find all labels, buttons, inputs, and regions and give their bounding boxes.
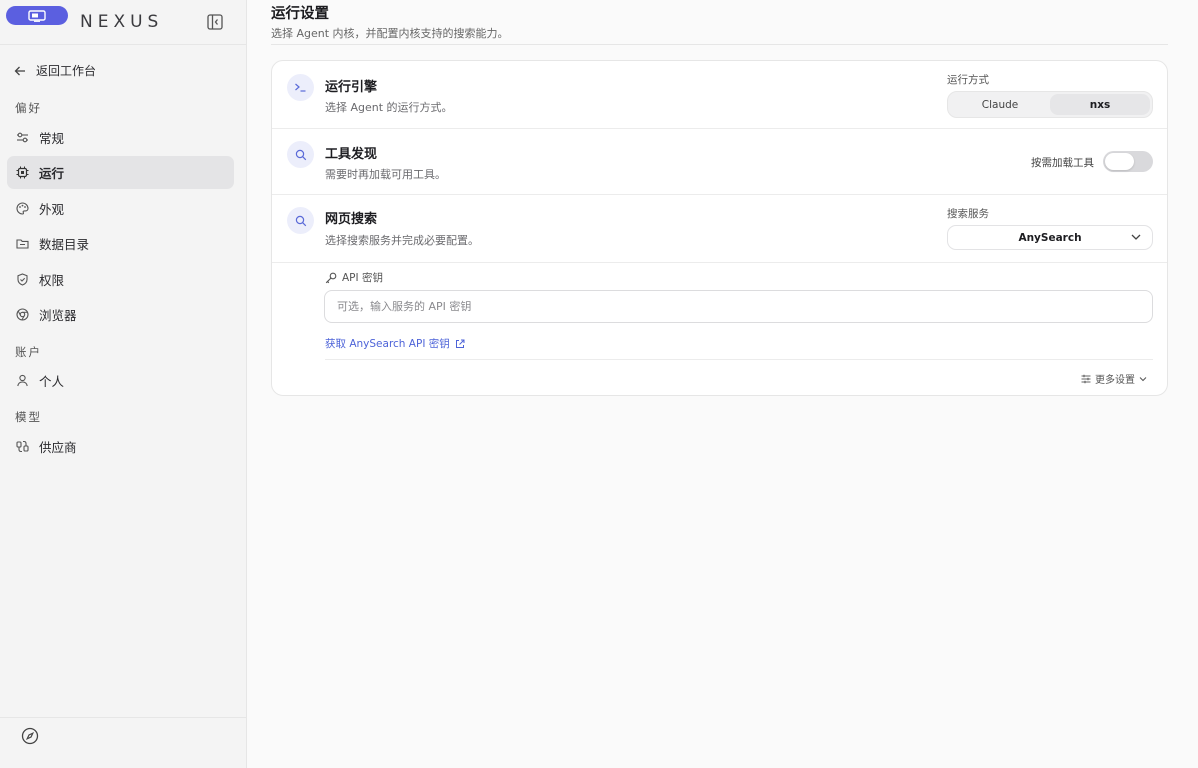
- web-search-row: 网页搜索 选择搜索服务并完成必要配置。 搜索服务 AnySearch: [272, 195, 1167, 263]
- lazy-load-tools-toggle[interactable]: [1103, 151, 1153, 172]
- sidebar-item-label: 供应商: [39, 440, 77, 455]
- sidebar-item-browser[interactable]: 浏览器: [7, 298, 234, 331]
- back-to-workspace-link[interactable]: 返回工作台: [14, 62, 96, 79]
- sliders-icon: [17, 132, 28, 143]
- sidebar-item-label: 运行: [39, 166, 65, 181]
- get-api-key-link-text: 获取 AnySearch API 密钥: [325, 338, 450, 350]
- back-label: 返回工作台: [36, 64, 97, 78]
- sidebar-item-permissions[interactable]: 权限: [7, 263, 234, 296]
- plug-icon: [16, 440, 29, 453]
- cpu-icon: [16, 166, 29, 179]
- toggle-knob: [1105, 153, 1134, 170]
- sidebar-item-appearance[interactable]: 外观: [7, 192, 234, 225]
- run-mode-segmented: Claude nxs: [947, 91, 1153, 118]
- sidebar-item-label: 浏览器: [39, 308, 77, 323]
- brand-row: NEXUS: [0, 0, 246, 45]
- palette-icon: [16, 202, 29, 215]
- chevron-down-icon: [1131, 234, 1141, 240]
- shield-icon: [17, 273, 28, 286]
- page-header: 运行设置 选择 Agent 内核，并配置内核支持的搜索能力。: [271, 5, 1168, 45]
- sidebar-item-personal[interactable]: 个人: [7, 364, 234, 397]
- section-preferences: 偏好: [15, 101, 42, 115]
- divider: [325, 359, 1153, 360]
- search-icon: [287, 141, 314, 168]
- main-content: 运行设置 选择 Agent 内核，并配置内核支持的搜索能力。 运行引擎 选择 A…: [247, 0, 1198, 768]
- get-api-key-link[interactable]: 获取 AnySearch API 密钥: [325, 336, 465, 351]
- sidebar-item-providers[interactable]: 供应商: [7, 430, 234, 463]
- page-title: 运行设置: [271, 6, 329, 22]
- run-mode-option-claude[interactable]: Claude: [950, 94, 1050, 115]
- web-search-desc: 选择搜索服务并完成必要配置。: [325, 234, 479, 247]
- chrome-icon: [16, 308, 29, 321]
- tools-row: 工具发现 需要时再加载可用工具。 按需加载工具: [272, 129, 1167, 195]
- search-service-label: 搜索服务: [947, 208, 989, 220]
- api-key-label-text: API 密钥: [342, 272, 383, 284]
- sidebar-item-label: 数据目录: [39, 237, 90, 252]
- arrow-left-icon: [14, 66, 25, 75]
- sidebar-item-label: 权限: [39, 273, 65, 288]
- chevron-down-icon: [1139, 376, 1147, 381]
- sidebar-item-general[interactable]: 常规: [7, 121, 234, 154]
- sidebar-item-label: 个人: [39, 374, 65, 389]
- sidebar-item-label: 外观: [39, 202, 65, 217]
- more-settings-button[interactable]: 更多设置: [1081, 371, 1147, 386]
- search-service-select[interactable]: AnySearch: [947, 225, 1153, 250]
- terminal-icon: [287, 74, 314, 101]
- user-icon: [17, 374, 28, 387]
- run-mode-label: 运行方式: [947, 74, 989, 86]
- folder-icon: [16, 239, 29, 249]
- monitor-icon: [28, 9, 46, 22]
- engine-row: 运行引擎 选择 Agent 的运行方式。 运行方式 Claude nxs: [272, 61, 1167, 129]
- app-window: NEXUS 返回工作台 偏好 常规 运行 外观 数据目录 权限 浏览器 账户 个…: [0, 0, 1198, 768]
- key-icon: [325, 272, 337, 283]
- lazy-load-tools-label: 按需加载工具: [1031, 157, 1094, 169]
- sidebar-footer: [0, 717, 246, 768]
- settings-card: 运行引擎 选择 Agent 的运行方式。 运行方式 Claude nxs 工具发…: [271, 60, 1168, 396]
- engine-desc: 选择 Agent 的运行方式。: [325, 101, 453, 114]
- engine-title: 运行引擎: [325, 80, 378, 95]
- sidebar-item-label: 常规: [39, 131, 65, 146]
- sidebar-item-data-directory[interactable]: 数据目录: [7, 227, 234, 260]
- tools-desc: 需要时再加载可用工具。: [325, 168, 446, 181]
- compass-icon[interactable]: [21, 727, 39, 745]
- section-account: 账户: [15, 345, 42, 359]
- run-mode-option-nxs[interactable]: nxs: [1050, 94, 1150, 115]
- brand-logo-text: NEXUS: [80, 12, 164, 32]
- workspace-chip[interactable]: [6, 6, 68, 25]
- web-search-title: 网页搜索: [325, 212, 378, 227]
- sidebar: NEXUS 返回工作台 偏好 常规 运行 外观 数据目录 权限 浏览器 账户 个…: [0, 0, 247, 768]
- search-service-value: AnySearch: [1018, 231, 1082, 244]
- sidebar-item-run[interactable]: 运行: [7, 156, 234, 189]
- tools-title: 工具发现: [325, 147, 378, 162]
- section-model: 模型: [15, 410, 42, 424]
- more-settings-label: 更多设置: [1095, 375, 1135, 386]
- settings-sliders-icon: [1081, 374, 1091, 383]
- api-key-label: API 密钥: [325, 270, 383, 285]
- search-icon: [287, 207, 314, 234]
- page-subtitle: 选择 Agent 内核，并配置内核支持的搜索能力。: [271, 27, 509, 40]
- api-key-input[interactable]: [324, 290, 1153, 323]
- collapse-sidebar-icon[interactable]: [206, 13, 224, 31]
- external-link-icon: [455, 339, 465, 348]
